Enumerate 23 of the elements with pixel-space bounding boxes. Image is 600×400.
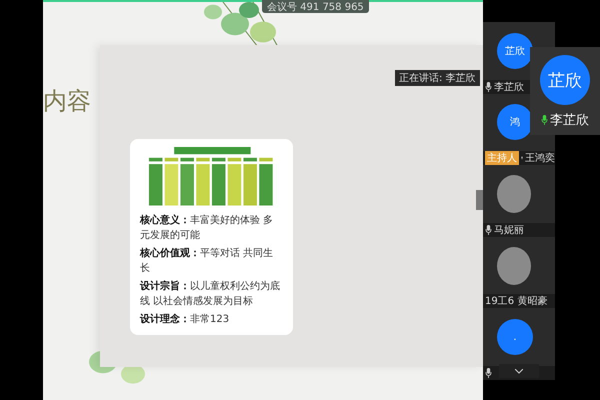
speaking-tooltip: 正在讲话: 李芷欣 (395, 70, 480, 86)
participant-name: 王鸿奕 (525, 152, 555, 166)
avatar: 芷欣 (497, 32, 533, 69)
speaker-name: 李芷欣 (550, 112, 589, 129)
avatar: 鸿 (497, 104, 533, 140)
microphone-icon (485, 224, 492, 235)
slide-text: 设计理念：非常123 (140, 312, 230, 327)
host-badge: 主持人 (485, 151, 519, 166)
avatar-photo-placeholder (497, 246, 531, 285)
participant-name: 19工6 黄昭豪 (485, 294, 548, 308)
microphone-icon (541, 115, 548, 125)
slide-text: 核心价值观：平等对话 共同生长 (140, 246, 274, 276)
slide-text: 核心意义：丰富美好的体验 多元发展的可能 (140, 213, 274, 243)
collapse-handle[interactable] (476, 190, 483, 210)
slide-title: 内容 (43, 86, 92, 117)
avatar: 芷欣 (540, 55, 590, 105)
avatar: . (497, 319, 533, 356)
participant-name: 李芷欣 (494, 80, 524, 94)
slide-text: 设计宗旨：以儿童权利公约为底线 以社会情感发展为目标 (140, 279, 281, 309)
avatar-photo-placeholder (497, 174, 531, 213)
participant-name: 马妮丽 (494, 224, 524, 237)
meeting-id: 会议号 491 758 965 (262, 0, 369, 13)
microphone-icon (485, 82, 492, 92)
